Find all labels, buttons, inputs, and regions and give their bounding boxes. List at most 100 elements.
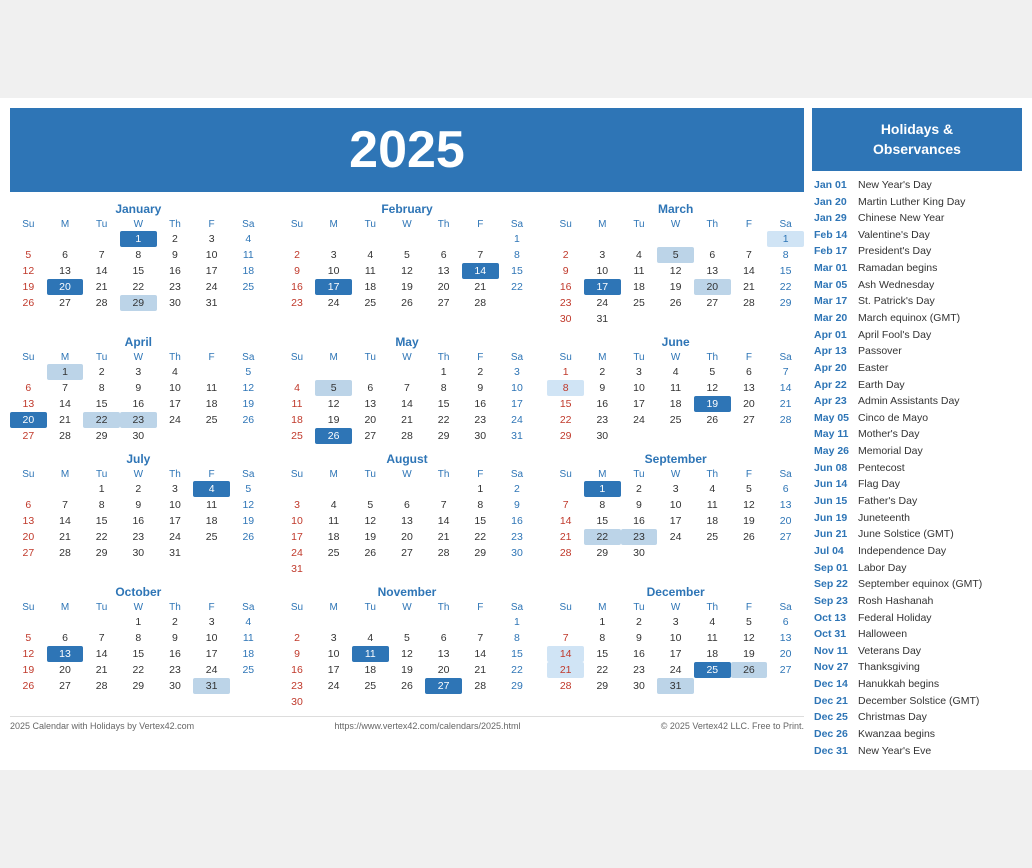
holiday-date: Oct 13: [814, 612, 854, 626]
holiday-date: Mar 20: [814, 312, 854, 326]
holiday-name: Hanukkah begins: [858, 678, 939, 692]
month-november: November SuMTuWThFSa 1: [279, 585, 536, 710]
holiday-date: Sep 23: [814, 595, 854, 609]
holiday-date: Jun 21: [814, 528, 854, 542]
holiday-item: Jun 19Juneteenth: [812, 510, 1022, 527]
holiday-item: Sep 01Labor Day: [812, 560, 1022, 577]
holiday-name: Valentine's Day: [858, 229, 930, 243]
holiday-list: Jan 01 New Year's DayJan 20Martin Luther …: [812, 177, 1022, 759]
sidebar-header: Holidays &Observances: [812, 108, 1022, 171]
month-table-march: SuMTuWThFSa 1 2 3: [547, 218, 804, 327]
holiday-name: September equinox (GMT): [858, 578, 982, 592]
month-table-february: SuMTuWThFSa 1 2 3: [279, 218, 536, 311]
holiday-name: Federal Holiday: [858, 612, 932, 626]
month-july: July SuMTuWThFSa 1 2 3 4 5: [10, 452, 267, 577]
holiday-name: Earth Day: [858, 379, 905, 393]
holiday-date: Feb 17: [814, 245, 854, 259]
holiday-item: May 26 Memorial Day: [812, 444, 1022, 461]
holiday-date: Dec 21: [814, 695, 854, 709]
holiday-date: Jul 04: [814, 545, 854, 559]
holiday-name: Chinese New Year: [858, 212, 944, 226]
holiday-item: Dec 25Christmas Day: [812, 710, 1022, 727]
holiday-date: Mar 05: [814, 279, 854, 293]
holiday-name: President's Day: [858, 245, 931, 259]
holiday-name: Easter: [858, 362, 888, 376]
footer-center: https://www.vertex42.com/calendars/2025.…: [334, 721, 520, 731]
month-title-may: May: [279, 335, 536, 349]
month-title-august: August: [279, 452, 536, 466]
month-table-may: SuMTuWThFSa 1 2 3 4 5: [279, 351, 536, 444]
holiday-item: Sep 23Rosh Hashanah: [812, 593, 1022, 610]
holiday-item: Sep 22 September equinox (GMT): [812, 577, 1022, 594]
month-table-july: SuMTuWThFSa 1 2 3 4 5 6 7: [10, 468, 267, 561]
month-june: June SuMTuWThFSa 1 2 3 4 5 6 7: [547, 335, 804, 444]
month-table-april: SuMTuWThFSa 1 2 3 4 5 6 7: [10, 351, 267, 444]
holiday-name: New Year's Day: [858, 179, 932, 193]
holiday-date: Nov 11: [814, 645, 854, 659]
page: 2025 January SuMTuWThFSa 1: [0, 98, 1032, 770]
holiday-name: Ash Wednesday: [858, 279, 934, 293]
holiday-date: Jun 19: [814, 512, 854, 526]
holiday-item: Feb 17 President's Day: [812, 244, 1022, 261]
month-title-december: December: [547, 585, 804, 599]
month-december: December SuMTuWThFSa 1 2 3 4 5 6: [547, 585, 804, 710]
footer-left: 2025 Calendar with Holidays by Vertex42.…: [10, 721, 194, 731]
holiday-name: New Year's Eve: [858, 745, 931, 759]
holiday-name: April Fool's Day: [858, 329, 931, 343]
holiday-item: Mar 05 Ash Wednesday: [812, 277, 1022, 294]
holiday-name: Thanksgiving: [858, 661, 920, 675]
holiday-date: Dec 31: [814, 745, 854, 759]
month-title-june: June: [547, 335, 804, 349]
holiday-name: Christmas Day: [858, 711, 927, 725]
holiday-name: Halloween: [858, 628, 907, 642]
calendar-section: 2025 January SuMTuWThFSa 1: [10, 108, 804, 760]
holiday-name: Father's Day: [858, 495, 917, 509]
holiday-date: Apr 22: [814, 379, 854, 393]
holiday-date: Sep 01: [814, 562, 854, 576]
months-grid: January SuMTuWThFSa 1 2 3 4: [10, 202, 804, 710]
holiday-item: Dec 21December Solstice (GMT): [812, 693, 1022, 710]
month-september: September SuMTuWThFSa 1 2 3 4 5 6: [547, 452, 804, 577]
month-october: October SuMTuWThFSa 1 2 3 4: [10, 585, 267, 710]
holiday-item: Dec 14Hanukkah begins: [812, 677, 1022, 694]
holiday-item: Jan 01 New Year's Day: [812, 177, 1022, 194]
holiday-item: Jan 20Martin Luther King Day: [812, 194, 1022, 211]
holiday-name: June Solstice (GMT): [858, 528, 954, 542]
holiday-item: Oct 13 Federal Holiday: [812, 610, 1022, 627]
holiday-item: Jun 08 Pentecost: [812, 460, 1022, 477]
holiday-date: Apr 01: [814, 329, 854, 343]
holiday-name: Ramadan begins: [858, 262, 937, 276]
month-january: January SuMTuWThFSa 1 2 3 4: [10, 202, 267, 327]
holiday-item: Dec 26Kwanzaa begins: [812, 727, 1022, 744]
month-march: March SuMTuWThFSa 1: [547, 202, 804, 327]
holiday-date: Mar 17: [814, 295, 854, 309]
holiday-date: May 05: [814, 412, 854, 426]
holiday-item: Nov 11Veterans Day: [812, 643, 1022, 660]
holiday-name: Flag Day: [858, 478, 900, 492]
holiday-date: Apr 20: [814, 362, 854, 376]
holiday-item: Jun 15Father's Day: [812, 494, 1022, 511]
month-february: February SuMTuWThFSa 1: [279, 202, 536, 327]
sidebar: Holidays &Observances Jan 01 New Year's D…: [812, 108, 1022, 760]
month-table-september: SuMTuWThFSa 1 2 3 4 5 6 7 8: [547, 468, 804, 561]
holiday-date: May 26: [814, 445, 854, 459]
month-table-january: SuMTuWThFSa 1 2 3 4 5: [10, 218, 267, 311]
month-april: April SuMTuWThFSa 1 2 3 4 5: [10, 335, 267, 444]
holiday-item: Apr 20 Easter: [812, 360, 1022, 377]
holiday-name: Memorial Day: [858, 445, 923, 459]
holiday-date: Jan 01: [814, 179, 854, 193]
holiday-date: Oct 31: [814, 628, 854, 642]
holiday-item: May 05 Cinco de Mayo: [812, 410, 1022, 427]
holiday-name: Pentecost: [858, 462, 905, 476]
year-banner: 2025: [10, 108, 804, 192]
month-title-july: July: [10, 452, 267, 466]
month-table-august: SuMTuWThFSa 1 2 3 4: [279, 468, 536, 577]
holiday-item: Jun 21 June Solstice (GMT): [812, 527, 1022, 544]
holiday-date: Sep 22: [814, 578, 854, 592]
holiday-item: Feb 14Valentine's Day: [812, 227, 1022, 244]
holiday-item: Oct 31 Halloween: [812, 627, 1022, 644]
holiday-name: Martin Luther King Day: [858, 196, 965, 210]
holiday-item: Apr 01 April Fool's Day: [812, 327, 1022, 344]
holiday-date: Jun 08: [814, 462, 854, 476]
holiday-name: Cinco de Mayo: [858, 412, 928, 426]
